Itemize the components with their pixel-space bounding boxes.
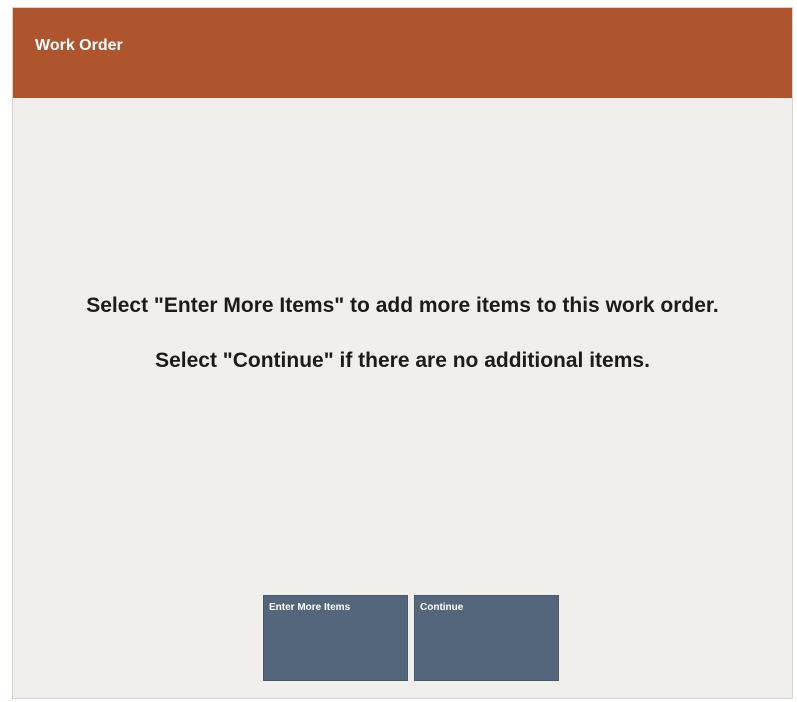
dialog-title: Work Order — [35, 37, 123, 54]
instruction-line-enter-more: Select "Enter More Items" to add more it… — [86, 294, 719, 317]
enter-more-items-label: Enter More Items — [269, 602, 351, 613]
instruction-line-continue: Select "Continue" if there are no additi… — [155, 349, 650, 372]
instruction-message: Select "Enter More Items" to add more it… — [43, 291, 762, 376]
continue-label: Continue — [420, 602, 464, 613]
work-order-dialog: Work Order Select "Enter More Items" to … — [12, 7, 793, 699]
title-bar: Work Order — [13, 8, 792, 98]
enter-more-items-button[interactable]: Enter More Items — [263, 595, 408, 681]
continue-button[interactable]: Continue — [414, 595, 559, 681]
